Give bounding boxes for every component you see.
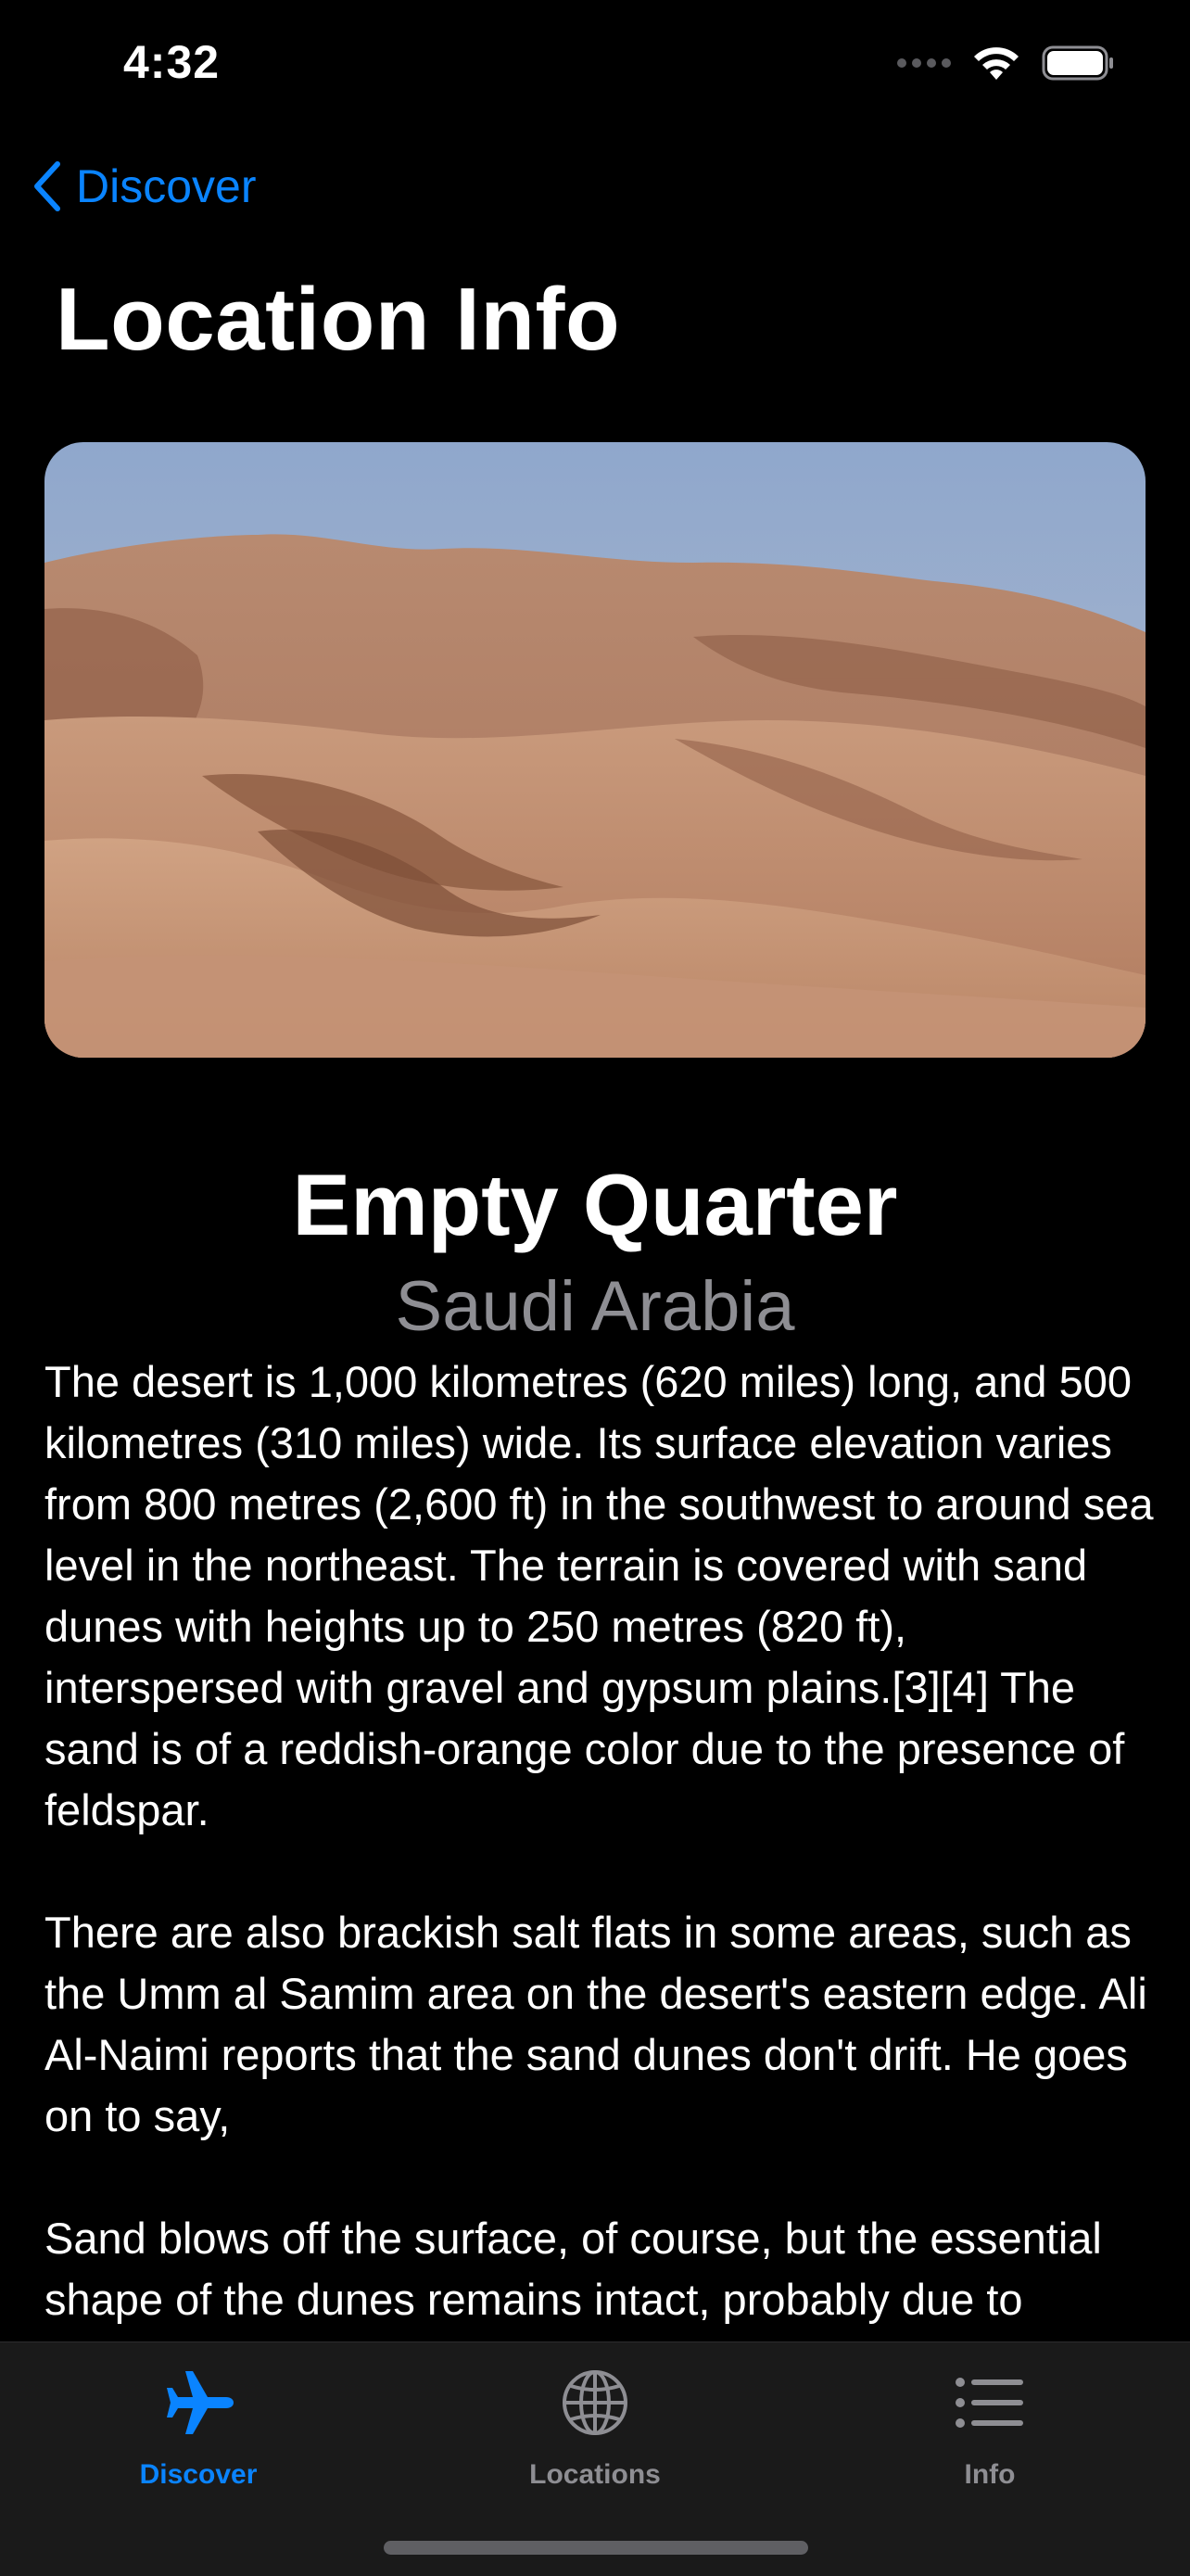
status-bar: 4:32 (0, 0, 1190, 130)
location-name: Empty Quarter (292, 1156, 898, 1253)
airplane-icon (167, 2371, 234, 2434)
tab-label: Info (964, 2459, 1016, 2490)
tab-locations[interactable]: Locations (456, 2361, 734, 2491)
globe-icon (563, 2370, 627, 2435)
description-paragraph: Sand blows off the surface, of course, b… (44, 2214, 1102, 2343)
tab-label: Discover (139, 2459, 258, 2490)
tab-discover[interactable]: Discover (59, 2361, 337, 2491)
description-paragraph: There are also brackish salt flats in so… (44, 1908, 1147, 2140)
tab-label: Locations (529, 2459, 661, 2490)
location-photo (44, 442, 1146, 1058)
wifi-icon (974, 47, 1019, 80)
home-indicator[interactable] (384, 2541, 808, 2555)
location-description: The desert is 1,000 kilometres (620 mile… (44, 1351, 1157, 2343)
back-button[interactable]: Discover (32, 159, 256, 213)
battery-icon (1042, 45, 1113, 81)
location-country: Saudi Arabia (395, 1267, 795, 1346)
list-icon (956, 2378, 1023, 2428)
status-indicators (897, 44, 1116, 82)
back-button-label: Discover (76, 160, 257, 212)
page-title: Location Info (56, 270, 621, 369)
tab-info[interactable]: Info (851, 2361, 1129, 2491)
cellular-signal-icon (897, 58, 951, 68)
tab-bar: Discover Locations Info (0, 2341, 1190, 2576)
description-paragraph: The desert is 1,000 kilometres (620 mile… (44, 1357, 1154, 1834)
status-time: 4:32 (123, 36, 221, 88)
chevron-left-icon (34, 161, 60, 211)
